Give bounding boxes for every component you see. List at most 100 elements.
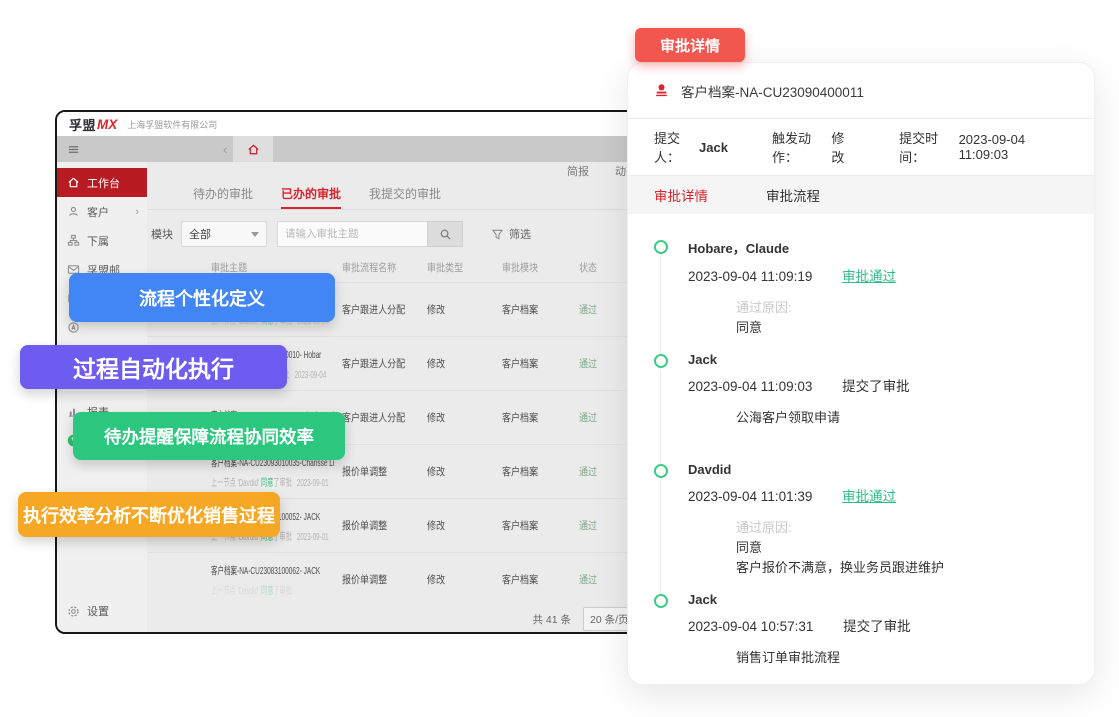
back-chevron-icon[interactable]: ‹: [223, 143, 227, 156]
col-flow-name: 审批流程名称: [342, 260, 396, 275]
approval-time: 2023-09-04 11:09:19: [688, 269, 812, 284]
submitter-name: Jack: [688, 592, 1068, 607]
chevron-down-icon: [251, 232, 259, 237]
pass-reason-value: 同意: [736, 318, 1068, 338]
approval-passed-link[interactable]: 审批通过: [842, 269, 896, 284]
submitted-action-text: 提交了审批: [842, 379, 910, 394]
timeline-node-circle: [654, 464, 668, 478]
callout-todo-reminder: 待办提醒保障流程协同效率: [73, 412, 345, 460]
status-badge: 通过: [579, 464, 597, 479]
pass-reason-label: 通过原因:: [736, 298, 1068, 318]
approval-tabs: 待办的审批 已办的审批 我提交的审批: [147, 180, 657, 210]
flow-name: 报价单调整: [342, 518, 387, 533]
tab-done-approvals[interactable]: 已办的审批: [281, 185, 341, 209]
approval-timeline: Hobare，Claude 2023-09-04 11:09:19 审批通过 通…: [628, 214, 1094, 682]
submit-time-value: 2023-09-04 11:09:03: [959, 132, 1068, 162]
table-row[interactable]: 客户档案-NA-CU23083100062- JACK 上一节点 'Davdid…: [147, 552, 657, 606]
funnel-icon: [491, 228, 504, 241]
timeline-entry: Jack 2023-09-04 10:57:31 提交了审批 销售订单审批流程: [654, 592, 1068, 682]
flow-name: 报价单调整: [342, 572, 387, 587]
submission-note: 销售订单审批流程: [736, 648, 1068, 668]
approval-module: 客户档案: [502, 356, 538, 371]
filter-toggle[interactable]: 筛选: [491, 226, 531, 242]
panel-tabs: 审批详情 审批流程: [628, 176, 1094, 214]
callout-efficiency-analysis: 执行效率分析不断优化销售过程: [18, 492, 280, 537]
col-approval-type: 审批类型: [427, 260, 463, 275]
timeline-node-circle: [654, 240, 668, 254]
sidebar-item-label: 设置: [87, 603, 109, 619]
org-chart-icon: [67, 234, 80, 247]
marketing-composition: 孚盟 MX 上海孚盟软件有限公司 ‹ 工作台 客户 ›: [0, 0, 1119, 717]
approval-type: 修改: [427, 302, 445, 317]
sidebar-item-settings[interactable]: 设置: [57, 598, 147, 624]
col-status: 状态: [579, 260, 597, 275]
panel-header: 客户档案-NA-CU23090400011: [628, 63, 1094, 119]
tab-pending-approvals[interactable]: 待办的审批: [193, 185, 253, 209]
timeline-entry: Hobare，Claude 2023-09-04 11:09:19 审批通过 通…: [654, 238, 1068, 352]
approval-detail-panel: 客户档案-NA-CU23090400011 提交人： Jack 触发动作： 修改…: [627, 62, 1095, 685]
sidebar-item-label: 下属: [87, 233, 109, 249]
filter-row: 模块 全部 筛选: [147, 216, 657, 252]
submit-time-label: 提交时间：: [899, 128, 958, 166]
timeline-node-circle: [654, 354, 668, 368]
approval-type: 修改: [427, 464, 445, 479]
content-area: 简报 动态 待办的审批 已办的审批 我提交的审批 模块 全部: [147, 162, 657, 634]
approval-type: 修改: [427, 572, 445, 587]
submitter-name: Jack: [688, 352, 1068, 367]
callout-process-customization: 流程个性化定义: [69, 273, 335, 322]
approval-module: 客户档案: [502, 464, 538, 479]
hamburger-menu-icon[interactable]: [67, 143, 80, 156]
chevron-right-icon: ›: [135, 206, 139, 218]
sidebar-item-label: 工作台: [87, 175, 120, 191]
window-tabstrip: ‹: [57, 136, 657, 162]
sidebar-item-customers[interactable]: 客户 ›: [57, 197, 147, 226]
app-topbar: 孚盟 MX 上海孚盟软件有限公司: [57, 112, 657, 136]
tab-approval-flow[interactable]: 审批流程: [766, 185, 820, 205]
status-badge: 通过: [579, 518, 597, 533]
module-filter-label: 模块: [151, 226, 173, 242]
approval-module: 客户档案: [502, 302, 538, 317]
module-select[interactable]: 全部: [181, 221, 267, 247]
tab-home[interactable]: [233, 136, 273, 162]
submitter-value: Jack: [699, 140, 728, 155]
dashboard-links: 简报 动态: [147, 162, 657, 180]
timeline-entry: Davdid 2023-09-04 11:01:39 审批通过 通过原因: 同意…: [654, 462, 1068, 592]
tab-submitted-approvals[interactable]: 我提交的审批: [369, 185, 441, 209]
approval-detail-tag: 审批详情: [635, 28, 745, 62]
approval-subline: 上一节点 'Davdid' 同意了审批: [211, 582, 292, 597]
timeline-node-circle: [654, 594, 668, 608]
flow-name: 客户跟进人分配: [342, 356, 405, 371]
sidebar-item-subordinates[interactable]: 下属: [57, 226, 147, 255]
brand-logo: 孚盟: [69, 115, 96, 134]
submit-time: 2023-09-04 11:09:03: [688, 379, 812, 394]
pagination: 共 41 条 20 条/页: [147, 606, 657, 632]
approval-subline: 上一节点 'Davdid' 同意了审批2023-09-01: [211, 474, 292, 489]
link-briefing[interactable]: 简报: [567, 163, 589, 179]
status-badge: 通过: [579, 410, 597, 425]
home-icon: [67, 176, 80, 189]
approval-record-title: 客户档案-NA-CU23090400011: [681, 81, 864, 101]
callout-process-automation: 过程自动化执行: [20, 345, 287, 389]
approver-name: Davdid: [688, 462, 1068, 477]
approval-time: 2023-09-04 11:01:39: [688, 489, 812, 504]
approval-type: 修改: [427, 410, 445, 425]
pass-reason-comment: 客户报价不满意，换业务员跟进维护: [736, 558, 1068, 578]
search-input[interactable]: [277, 221, 427, 247]
filter-toggle-label: 筛选: [509, 226, 531, 242]
person-icon: [67, 205, 80, 218]
approval-type: 修改: [427, 518, 445, 533]
company-name: 上海孚盟软件有限公司: [127, 118, 217, 131]
trigger-action-value: 修改: [831, 128, 855, 166]
approval-type: 修改: [427, 356, 445, 371]
trigger-action-label: 触发动作：: [772, 128, 831, 166]
sidebar-item-workbench[interactable]: 工作台: [57, 168, 147, 197]
approver-name: Hobare，Claude: [688, 238, 1068, 257]
search-button[interactable]: [427, 221, 463, 247]
stamp-icon: [654, 83, 669, 98]
page-size-value: 20 条/页: [590, 612, 629, 627]
pass-reason-value: 同意: [736, 538, 1068, 558]
approval-passed-link[interactable]: 审批通过: [842, 489, 896, 504]
status-badge: 通过: [579, 572, 597, 587]
tab-approval-detail[interactable]: 审批详情: [654, 185, 708, 205]
submitted-action-text: 提交了审批: [843, 619, 911, 634]
